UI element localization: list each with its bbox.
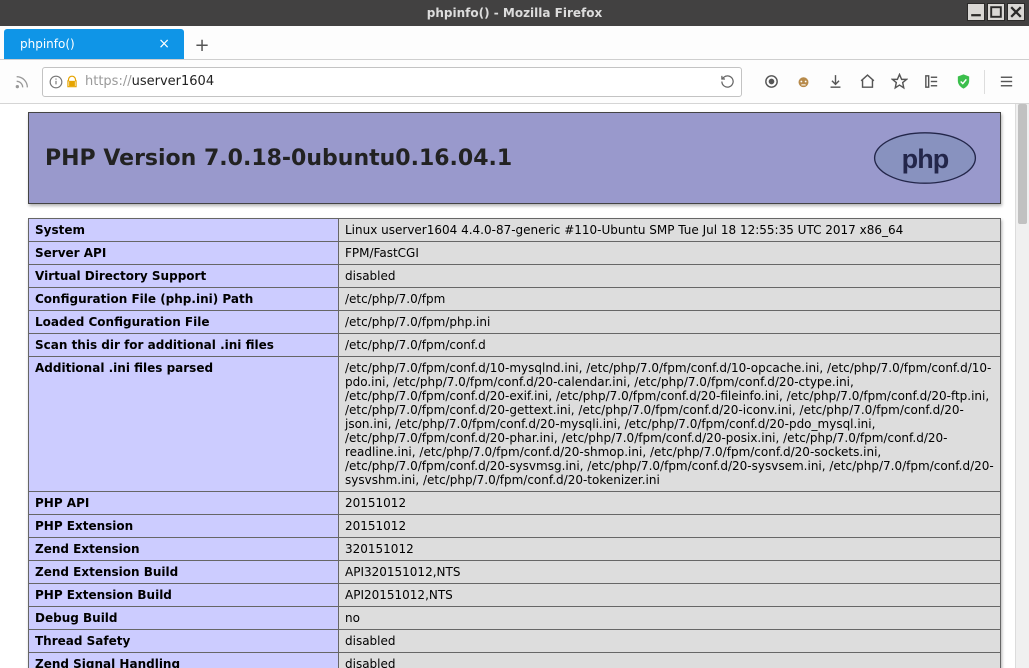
target-icon[interactable]	[756, 67, 786, 97]
row-key: Zend Extension	[29, 538, 339, 561]
row-key: PHP Extension	[29, 515, 339, 538]
row-value: 320151012	[339, 538, 1001, 561]
lock-icon	[65, 75, 79, 89]
window-controls	[965, 3, 1025, 21]
security-indicator[interactable]	[49, 75, 79, 89]
phpinfo-table: SystemLinux userver1604 4.4.0-87-generic…	[28, 218, 1001, 668]
svg-text:php: php	[902, 144, 949, 174]
home-icon[interactable]	[852, 67, 882, 97]
table-row: Virtual Directory Supportdisabled	[29, 265, 1001, 288]
page-content: PHP Version 7.0.18-0ubuntu0.16.04.1 php …	[0, 104, 1015, 668]
php-version-heading: PHP Version 7.0.18-0ubuntu0.16.04.1	[45, 146, 512, 171]
toolbar-icons	[756, 67, 1021, 97]
row-value: API20151012,NTS	[339, 584, 1001, 607]
table-row: Debug Buildno	[29, 607, 1001, 630]
maximize-button[interactable]	[987, 3, 1005, 21]
feed-icon[interactable]	[8, 68, 36, 96]
row-key: Debug Build	[29, 607, 339, 630]
new-tab-button[interactable]: +	[188, 31, 216, 59]
row-value: disabled	[339, 653, 1001, 668]
table-row: SystemLinux userver1604 4.4.0-87-generic…	[29, 219, 1001, 242]
minimize-button[interactable]	[967, 3, 985, 21]
url-text: https://userver1604	[85, 74, 714, 89]
row-key: Zend Extension Build	[29, 561, 339, 584]
row-key: Server API	[29, 242, 339, 265]
row-key: Additional .ini files parsed	[29, 357, 339, 492]
scroll-thumb[interactable]	[1018, 104, 1027, 224]
toolbar-separator	[984, 70, 985, 94]
row-value: disabled	[339, 265, 1001, 288]
row-value: disabled	[339, 630, 1001, 653]
table-row: Zend Extension320151012	[29, 538, 1001, 561]
tab-close-icon[interactable]: ×	[154, 36, 174, 52]
url-host: userver1604	[132, 74, 214, 89]
close-button[interactable]	[1007, 3, 1025, 21]
bookmarks-list-icon[interactable]	[916, 67, 946, 97]
row-key: Loaded Configuration File	[29, 311, 339, 334]
table-row: Zend Extension BuildAPI320151012,NTS	[29, 561, 1001, 584]
downloads-icon[interactable]	[820, 67, 850, 97]
table-row: PHP Extension BuildAPI20151012,NTS	[29, 584, 1001, 607]
vertical-scrollbar[interactable]	[1015, 104, 1029, 668]
row-value: /etc/php/7.0/fpm/php.ini	[339, 311, 1001, 334]
php-logo-icon: php	[870, 131, 980, 185]
table-row: Additional .ini files parsed/etc/php/7.0…	[29, 357, 1001, 492]
table-row: Server APIFPM/FastCGI	[29, 242, 1001, 265]
row-value: 20151012	[339, 492, 1001, 515]
navigation-toolbar: https://userver1604	[0, 60, 1029, 104]
row-key: System	[29, 219, 339, 242]
bookmark-star-icon[interactable]	[884, 67, 914, 97]
table-row: Thread Safetydisabled	[29, 630, 1001, 653]
window-titlebar: phpinfo() - Mozilla Firefox	[0, 0, 1029, 26]
tab-label: phpinfo()	[20, 37, 154, 51]
table-row: PHP Extension20151012	[29, 515, 1001, 538]
row-value: Linux userver1604 4.4.0-87-generic #110-…	[339, 219, 1001, 242]
row-value: no	[339, 607, 1001, 630]
table-row: PHP API20151012	[29, 492, 1001, 515]
row-key: Thread Safety	[29, 630, 339, 653]
url-bar[interactable]: https://userver1604	[42, 67, 742, 97]
table-row: Scan this dir for additional .ini files/…	[29, 334, 1001, 357]
content-viewport: PHP Version 7.0.18-0ubuntu0.16.04.1 php …	[0, 104, 1029, 668]
hamburger-menu-icon[interactable]	[991, 67, 1021, 97]
row-value: /etc/php/7.0/fpm/conf.d/10-mysqlnd.ini, …	[339, 357, 1001, 492]
browser-tab[interactable]: phpinfo() ×	[4, 29, 184, 59]
row-key: Virtual Directory Support	[29, 265, 339, 288]
row-key: PHP Extension Build	[29, 584, 339, 607]
greasemonkey-icon[interactable]	[788, 67, 818, 97]
row-value: 20151012	[339, 515, 1001, 538]
row-value: API320151012,NTS	[339, 561, 1001, 584]
table-row: Zend Signal Handlingdisabled	[29, 653, 1001, 668]
url-scheme: https://	[85, 74, 132, 89]
table-row: Loaded Configuration File/etc/php/7.0/fp…	[29, 311, 1001, 334]
tab-strip: phpinfo() × +	[0, 26, 1029, 60]
window-title: phpinfo() - Mozilla Firefox	[427, 6, 603, 20]
table-row: Configuration File (php.ini) Path/etc/ph…	[29, 288, 1001, 311]
row-value: /etc/php/7.0/fpm/conf.d	[339, 334, 1001, 357]
row-value: /etc/php/7.0/fpm	[339, 288, 1001, 311]
row-key: Configuration File (php.ini) Path	[29, 288, 339, 311]
row-key: Zend Signal Handling	[29, 653, 339, 668]
reload-button[interactable]	[720, 74, 735, 89]
phpinfo-header: PHP Version 7.0.18-0ubuntu0.16.04.1 php	[28, 112, 1001, 204]
ublock-shield-icon[interactable]	[948, 67, 978, 97]
row-key: PHP API	[29, 492, 339, 515]
row-key: Scan this dir for additional .ini files	[29, 334, 339, 357]
row-value: FPM/FastCGI	[339, 242, 1001, 265]
